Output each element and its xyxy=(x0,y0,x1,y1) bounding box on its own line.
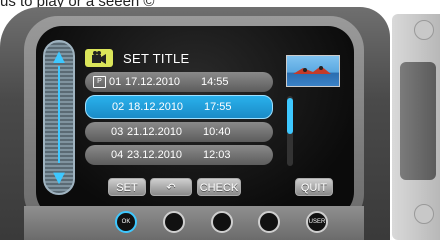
row-date: 17.12.2010 xyxy=(125,76,181,88)
row-time: 14:55 xyxy=(201,76,229,88)
video-mode-icon xyxy=(85,49,113,67)
row-time: 17:55 xyxy=(204,101,232,113)
list-item[interactable]: 03 21.12.2010 10:40 xyxy=(85,122,273,142)
arrow-down-icon[interactable]: ▼ xyxy=(48,167,70,189)
scrollbar-thumb[interactable] xyxy=(287,98,293,134)
video-thumbnail xyxy=(286,55,340,87)
side-grip xyxy=(400,62,436,180)
touch-button-4[interactable] xyxy=(258,211,280,233)
row-number: 04 xyxy=(111,149,124,161)
row-date: 23.12.2010 xyxy=(127,149,183,161)
row-time: 12:03 xyxy=(203,149,231,161)
row-number: 02 xyxy=(112,101,125,113)
list-item-selected[interactable]: 02 18.12.2010 17:55 xyxy=(85,95,273,119)
check-button[interactable]: CHECK xyxy=(197,178,241,196)
ok-button[interactable]: OK xyxy=(115,211,137,233)
list-item[interactable]: P 01 17.12.2010 14:55 xyxy=(85,72,273,92)
row-number: 03 xyxy=(111,126,124,138)
hinge-top-icon xyxy=(414,20,434,40)
scrollbar[interactable] xyxy=(287,96,293,166)
list-item[interactable]: 04 23.12.2010 12:03 xyxy=(85,145,273,165)
video-list: P 01 17.12.2010 14:55 02 18.12.2010 17:5… xyxy=(85,72,273,168)
row-number: 01 xyxy=(109,76,122,88)
row-date: 18.12.2010 xyxy=(128,101,184,113)
header: SET TITLE xyxy=(85,47,190,69)
touch-button-2[interactable] xyxy=(163,211,185,233)
back-button[interactable]: ↶ xyxy=(150,178,192,196)
set-button[interactable]: SET xyxy=(108,178,146,196)
screen-title: SET TITLE xyxy=(123,50,190,66)
slider-track xyxy=(58,66,60,163)
hinge-bottom-icon xyxy=(414,204,434,224)
row-date: 21.12.2010 xyxy=(127,126,183,138)
selected-marker-icon: P xyxy=(93,76,106,88)
user-button[interactable]: USER xyxy=(306,211,328,233)
zoom-slider[interactable]: ▲ ▼ xyxy=(43,40,75,195)
row-time: 10:40 xyxy=(203,126,231,138)
arrow-up-icon[interactable]: ▲ xyxy=(48,46,70,68)
quit-button[interactable]: QUIT xyxy=(295,178,333,196)
touch-button-3[interactable] xyxy=(211,211,233,233)
